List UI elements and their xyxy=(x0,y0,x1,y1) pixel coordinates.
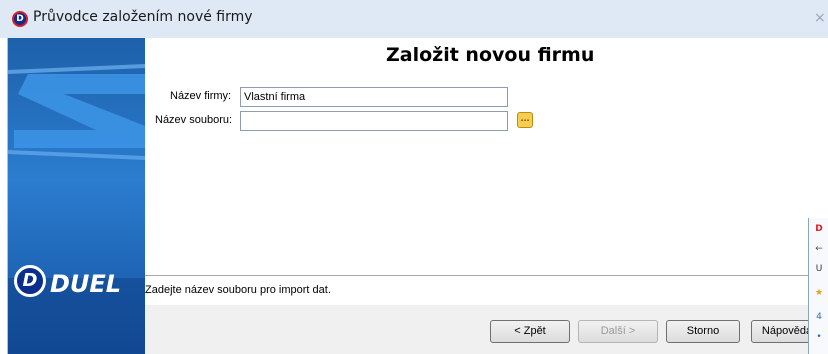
popup-logo-icon: D xyxy=(815,224,823,234)
company-name-label: Název firmy: xyxy=(170,90,232,102)
file-name-label: Název souboru: xyxy=(155,114,233,126)
wizard-sidebar: D DUEL xyxy=(8,38,145,354)
popup-back-icon: ← xyxy=(815,244,823,254)
window-title: Průvodce založením nové firmy xyxy=(33,9,253,25)
popup-bullet-icon: • xyxy=(816,332,822,342)
next-button[interactable]: Další > xyxy=(578,320,658,343)
close-icon[interactable]: × xyxy=(814,10,828,26)
sidebar-graphic xyxy=(8,64,145,354)
popup-star-icon: ★ xyxy=(814,288,824,298)
left-edge xyxy=(0,38,8,354)
status-text: Zadejte název souboru pro import dat. xyxy=(145,284,331,296)
company-name-field[interactable]: Vlastní firma xyxy=(240,87,508,107)
cancel-button[interactable]: Storno xyxy=(666,320,740,343)
folder-browse-icon[interactable]: ... xyxy=(517,112,533,128)
duel-badge-icon: D xyxy=(14,265,46,297)
separator xyxy=(145,275,808,277)
duel-logo-icon: D xyxy=(12,11,28,27)
duel-brand-text: DUEL xyxy=(50,270,122,298)
background-window-strip: D ← U ★ 4 • xyxy=(808,218,828,354)
back-button[interactable]: < Zpět xyxy=(490,320,570,343)
title-bar: D Průvodce založením nové firmy × xyxy=(0,0,828,39)
file-name-field[interactable] xyxy=(240,111,508,131)
page-title: Založit novou firmu xyxy=(386,44,595,66)
popup-item-u: U xyxy=(815,264,823,274)
popup-item-4: 4 xyxy=(816,312,822,322)
